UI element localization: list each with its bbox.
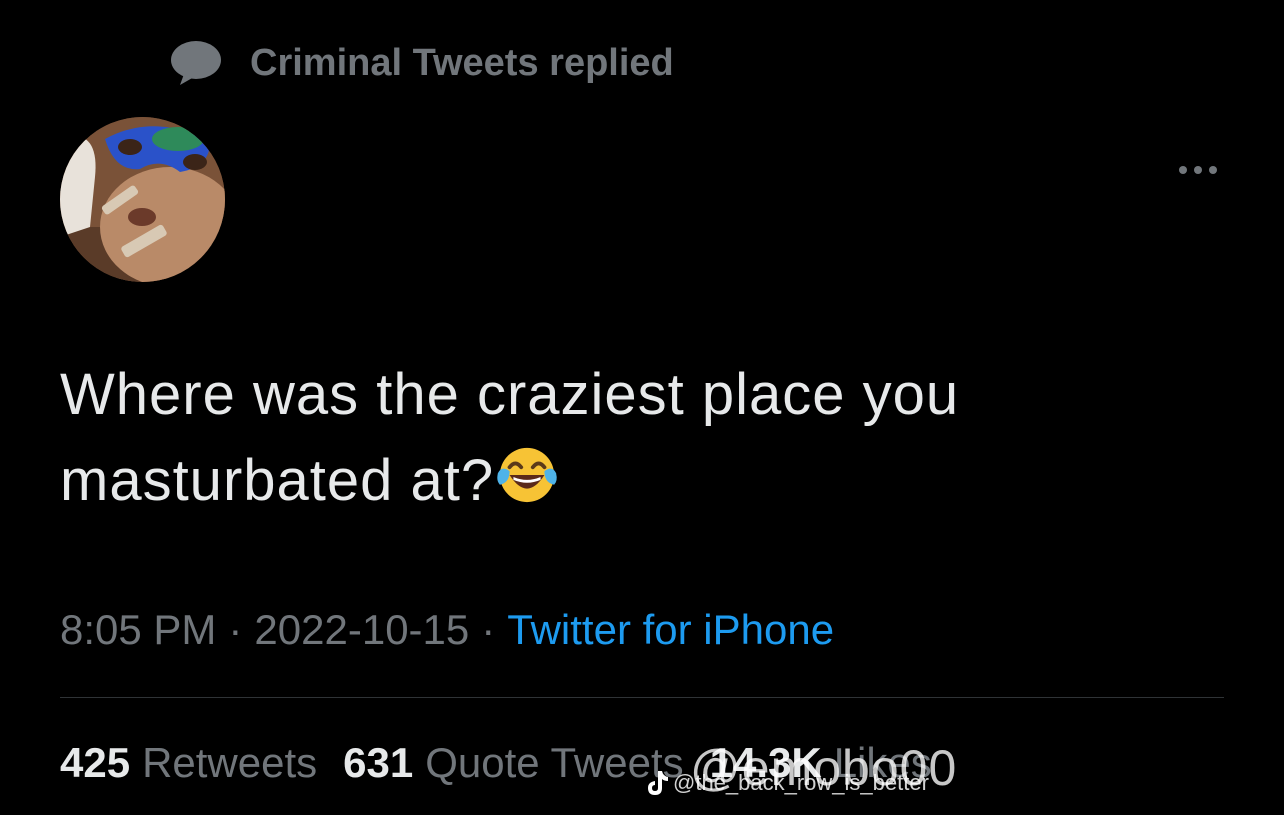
tweet-time[interactable]: 8:05 PM xyxy=(60,606,216,653)
tweet-source-link[interactable]: Twitter for iPhone xyxy=(507,606,834,653)
more-options-icon xyxy=(1179,166,1187,174)
meta-separator: · xyxy=(228,606,243,653)
quote-tweets-count: 631 xyxy=(343,739,414,786)
quote-tweets-stat[interactable]: 631 Quote Tweets xyxy=(343,736,683,790)
retweets-label: Retweets xyxy=(142,739,318,786)
likes-stat[interactable]: 14.3K Likes xyxy=(710,736,932,790)
tweet-date[interactable]: 2022-10-15 xyxy=(254,606,469,653)
social-context[interactable]: Criminal Tweets replied xyxy=(170,38,674,88)
likes-label: Likes xyxy=(833,739,932,786)
retweets-count: 425 xyxy=(60,739,131,786)
tweet-meta: 8:05 PM · 2022-10-15 · Twitter for iPhone xyxy=(60,603,834,657)
tweet-stats: 425 Retweets 631 Quote Tweets 14.3K Likes xyxy=(60,736,932,790)
retweets-stat[interactable]: 425 Retweets xyxy=(60,736,317,790)
avatar[interactable] xyxy=(60,117,225,282)
tweet-text: Where was the craziest place you masturb… xyxy=(60,352,1180,524)
meta-separator: · xyxy=(481,606,496,653)
speech-bubble-icon xyxy=(171,41,221,85)
likes-count: 14.3K xyxy=(709,739,822,786)
profile-photo xyxy=(60,117,225,282)
face-with-tears-of-joy-icon xyxy=(497,447,557,503)
more-options-icon-dot xyxy=(1209,166,1217,174)
social-context-text: Criminal Tweets replied xyxy=(250,41,674,84)
more-options-icon-dot xyxy=(1194,166,1202,174)
more-options-button[interactable] xyxy=(1170,150,1226,190)
divider xyxy=(60,697,1224,698)
quote-tweets-label: Quote Tweets xyxy=(425,739,684,786)
